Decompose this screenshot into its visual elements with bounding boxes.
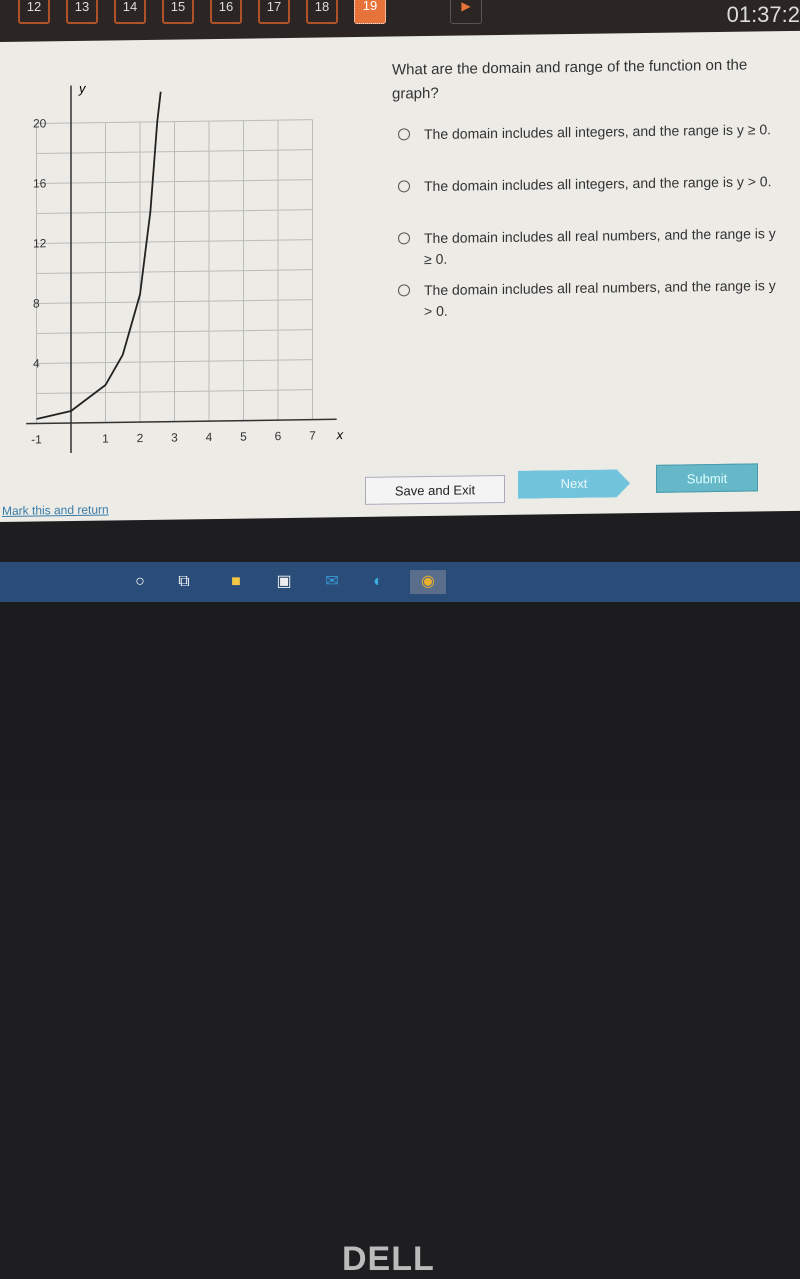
task-view-icon[interactable]: ⧉ bbox=[172, 570, 196, 594]
save-and-exit-button[interactable]: Save and Exit bbox=[365, 474, 505, 505]
store-icon[interactable]: ▣ bbox=[272, 570, 296, 594]
taskbar: ○ ⧉ ■ ▣ ✉ ◐ ◉ bbox=[0, 562, 800, 602]
y-tick-label: 8 bbox=[33, 296, 40, 310]
submit-button[interactable]: Submit bbox=[656, 463, 758, 493]
y-tick-label: 4 bbox=[33, 356, 40, 370]
question-15-button[interactable]: 15 bbox=[162, 0, 194, 24]
x-tick-label: 3 bbox=[171, 431, 178, 445]
x-tick-label: 6 bbox=[275, 429, 282, 443]
question-text: What are the domain and range of the fun… bbox=[392, 56, 748, 103]
question-12-button[interactable]: 12 bbox=[18, 0, 50, 24]
x-tick-label: 2 bbox=[137, 431, 144, 445]
question-page: -1 1 2 3 4 5 6 7 4 8 12 16 20 x y What are the domain … bbox=[0, 30, 800, 523]
function-curve bbox=[36, 91, 162, 420]
x-tick-label: -1 bbox=[31, 432, 42, 446]
laptop-bezel: DELL bbox=[0, 602, 800, 1278]
answer-option-2[interactable]: The domain includes all integers, and th… bbox=[398, 171, 783, 197]
function-graph: -1 1 2 3 4 5 6 748121620xy bbox=[26, 81, 344, 454]
x-tick-label: 5 bbox=[240, 430, 247, 444]
radio-button[interactable] bbox=[398, 180, 410, 193]
y-tick-label: 16 bbox=[33, 176, 47, 190]
question-19-button[interactable]: 19 bbox=[354, 0, 386, 24]
answer-option-1[interactable]: The domain includes all integers, and th… bbox=[398, 119, 783, 145]
x-tick-label: 7 bbox=[309, 429, 316, 443]
cortana-icon[interactable]: ○ bbox=[128, 570, 152, 594]
x-axis-label: x bbox=[336, 427, 344, 442]
dell-logo: DELL bbox=[342, 1240, 435, 1278]
chrome-icon[interactable]: ◉ bbox=[410, 570, 446, 594]
question-16-button[interactable]: 16 bbox=[210, 0, 242, 24]
x-tick-label: 1 bbox=[102, 431, 109, 445]
mail-icon[interactable]: ✉ bbox=[320, 570, 344, 594]
mark-and-return-link[interactable]: Mark this and return bbox=[2, 502, 109, 517]
question-17-button[interactable]: 17 bbox=[258, 0, 290, 24]
next-button[interactable]: Next bbox=[518, 469, 630, 499]
radio-button[interactable] bbox=[398, 128, 410, 141]
y-tick-label: 20 bbox=[33, 116, 47, 130]
x-tick-label: 4 bbox=[206, 430, 213, 444]
y-axis-label: y bbox=[78, 81, 87, 96]
question-13-button[interactable]: 13 bbox=[66, 0, 98, 24]
answer-option-3[interactable]: The domain includes all real numbers, an… bbox=[398, 223, 783, 270]
radio-button[interactable] bbox=[398, 232, 410, 245]
radio-button[interactable] bbox=[398, 284, 410, 297]
answer-option-4[interactable]: The domain includes all real numbers, an… bbox=[398, 275, 783, 322]
edge-icon[interactable]: ◐ bbox=[366, 570, 390, 594]
file-explorer-icon[interactable]: ■ bbox=[224, 570, 248, 594]
question-14-button[interactable]: 14 bbox=[114, 0, 146, 24]
y-tick-label: 12 bbox=[33, 236, 47, 250]
question-18-button[interactable]: 18 bbox=[306, 0, 338, 24]
x-axis bbox=[26, 418, 337, 425]
next-page-arrow-icon[interactable]: ▶ bbox=[450, 0, 482, 24]
timer: 01:37:2 bbox=[726, 2, 800, 27]
